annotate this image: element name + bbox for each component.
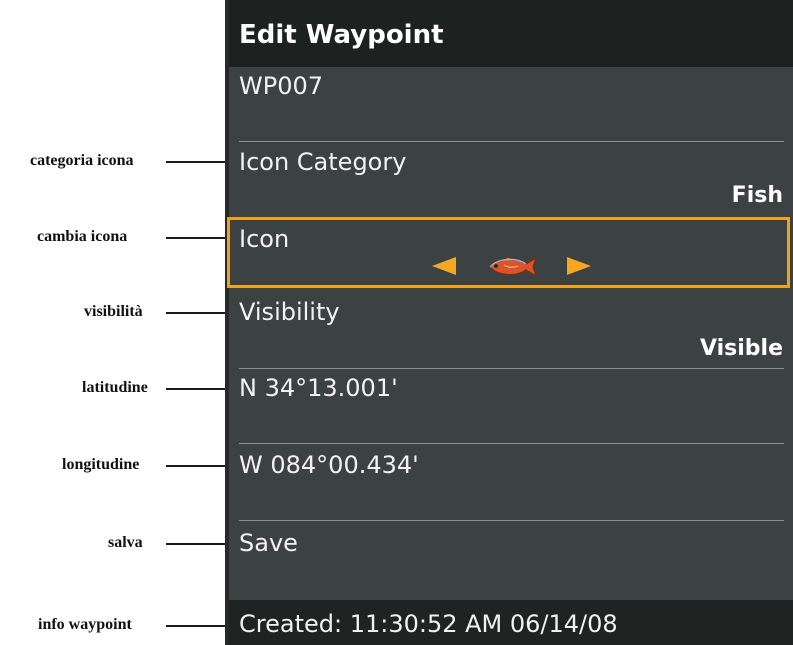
callout-icon-category: categoria icona <box>30 152 134 169</box>
waypoint-created-info: Created: 11:30:52 AM 06/14/08 <box>239 610 618 638</box>
visibility-value: Visible <box>699 336 783 361</box>
visibility-label[interactable]: Visibility <box>239 298 340 326</box>
screen-left-border <box>225 0 229 645</box>
callout-visibility: visibilità <box>84 303 143 320</box>
icon-label: Icon <box>239 225 290 253</box>
callout-change-icon: cambia icona <box>37 228 128 245</box>
callout-latitude: latitudine <box>82 379 148 396</box>
divider <box>239 368 784 369</box>
callout-waypoint-info: info waypoint <box>38 616 132 633</box>
divider <box>239 141 784 142</box>
page-title: Edit Waypoint <box>239 20 444 50</box>
icon-category-value: Fish <box>731 183 783 208</box>
callout-save: salva <box>108 534 143 551</box>
callout-longitude: longitudine <box>62 456 140 473</box>
arrow-right-icon[interactable] <box>567 257 591 275</box>
longitude-field[interactable]: W 084°00.434' <box>239 451 419 479</box>
waypoint-name-field[interactable]: WP007 <box>239 72 323 100</box>
divider <box>239 443 784 444</box>
title-bar: Edit Waypoint <box>229 0 793 67</box>
divider <box>239 520 784 521</box>
icon-category-label[interactable]: Icon Category <box>239 148 406 176</box>
waypoint-info-bar: Created: 11:30:52 AM 06/14/08 <box>229 600 793 645</box>
save-button[interactable]: Save <box>239 529 298 557</box>
fish-icon <box>489 256 538 278</box>
arrow-left-icon[interactable] <box>432 257 456 275</box>
latitude-field[interactable]: N 34°13.001' <box>239 374 398 402</box>
